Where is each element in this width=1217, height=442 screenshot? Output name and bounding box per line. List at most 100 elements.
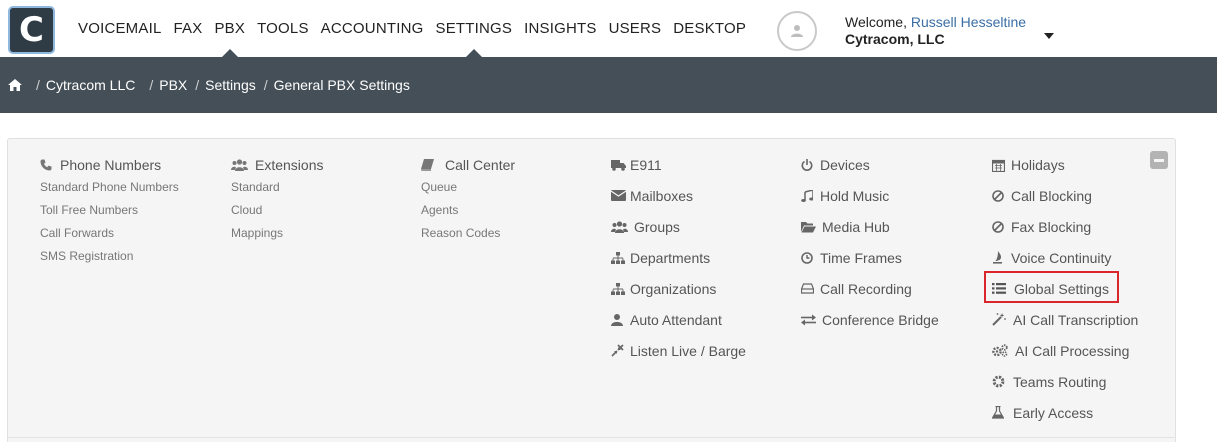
sitemap-icon [611,251,627,264]
folder-open-icon [801,221,819,233]
hold-music-link[interactable]: Hold Music [801,180,939,211]
users-icon [231,159,251,171]
voice-continuity-label: Voice Continuity [1011,249,1112,266]
queue-link[interactable]: Queue [421,176,515,199]
ai-call-processing-label: AI Call Processing [1015,342,1130,359]
extensions-section: Extensions Standard Cloud Mappings [231,156,323,245]
ban-icon [992,220,1008,233]
truck-icon [611,159,627,171]
welcome-prefix: Welcome, [845,14,907,30]
media-hub-link[interactable]: Media Hub [801,211,939,242]
ai-call-processing-link[interactable]: AI Call Processing [992,335,1138,366]
reason-codes-link[interactable]: Reason Codes [421,222,515,245]
cogs-icon [992,344,1012,357]
time-frames-link[interactable]: Time Frames [801,242,939,273]
ai-call-transcription-label: AI Call Transcription [1013,311,1139,328]
panel-divider [7,437,1176,438]
groups-link[interactable]: Groups [611,211,746,242]
early-access-link[interactable]: Early Access [992,397,1138,428]
extensions-cloud-link[interactable]: Cloud [231,199,323,222]
clock-icon [801,251,817,264]
user-avatar-icon [791,25,803,37]
breadcrumb-separator: / [36,77,40,93]
standard-phone-numbers-link[interactable]: Standard Phone Numbers [40,176,179,199]
devices-label: Devices [820,157,870,173]
nav-insights[interactable]: INSIGHTS [518,0,602,57]
breadcrumb-separator: / [263,77,268,93]
voice-continuity-link[interactable]: Voice Continuity [992,242,1138,273]
hdd-icon [801,283,817,294]
early-access-label: Early Access [1013,404,1094,421]
users-icon [611,220,631,233]
sitemap-icon [611,282,627,295]
user-name[interactable]: Russell Hesseltine [911,14,1026,30]
nav-voicemail[interactable]: VOICEMAIL [72,0,168,57]
magic-icon [992,313,1010,326]
extensions-standard-link[interactable]: Standard [231,176,323,199]
nav-settings[interactable]: SETTINGS [430,0,519,57]
envelope-icon [611,190,627,201]
avatar[interactable] [777,11,817,51]
departments-link[interactable]: Departments [611,242,746,273]
welcome-block[interactable]: Welcome, Russell Hesseltine Cytracom, LL… [845,14,1026,48]
media-hub-label: Media Hub [822,218,890,235]
call-center-title: Call Center [445,157,516,173]
call-forwards-link[interactable]: Call Forwards [40,222,179,245]
nav-fax[interactable]: FAX [168,0,209,57]
e911-link[interactable]: E911 [611,156,746,174]
listen-live-barge-link[interactable]: Listen Live / Barge [611,335,746,366]
logo[interactable]: C [8,6,55,54]
organizations-label: Organizations [630,280,717,297]
compress-icon [611,344,627,357]
nav-accounting[interactable]: ACCOUNTING [315,0,430,57]
breadcrumb: / Cytracom LLC / PBX / Settings / Genera… [0,57,1217,113]
mailboxes-link[interactable]: Mailboxes [611,180,746,211]
nav-users[interactable]: USERS [603,0,668,57]
sms-registration-link[interactable]: SMS Registration [40,245,179,268]
conference-bridge-link[interactable]: Conference Bridge [801,304,939,335]
breadcrumb-pbx[interactable]: PBX [159,77,187,93]
nav-tools[interactable]: TOOLS [251,0,315,57]
organizations-link[interactable]: Organizations [611,273,746,304]
phone-icon [40,159,56,171]
power-icon [801,159,817,171]
user-menu-caret-icon[interactable] [1044,33,1054,39]
teams-routing-link[interactable]: Teams Routing [992,366,1138,397]
phone-numbers-section: Phone Numbers Standard Phone Numbers Tol… [40,156,179,268]
time-frames-label: Time Frames [820,249,902,266]
home-icon[interactable] [8,79,22,91]
ai-call-transcription-link[interactable]: AI Call Transcription [992,304,1138,335]
collapse-button[interactable] [1150,151,1168,169]
auto-attendant-link[interactable]: Auto Attendant [611,304,746,335]
breadcrumb-separator: / [149,77,154,93]
teams-routing-label: Teams Routing [1013,373,1107,390]
holidays-link[interactable]: Holidays [992,156,1138,174]
section-heading[interactable]: Call Center [421,156,515,174]
logo-letter: C [19,10,44,50]
conference-bridge-label: Conference Bridge [822,311,939,328]
flask-icon [992,406,1010,419]
e911-label: E911 [630,157,662,173]
call-blocking-link[interactable]: Call Blocking [992,180,1138,211]
book-icon [421,159,441,171]
section-heading[interactable]: Extensions [231,156,323,174]
company-name: Cytracom, LLC [845,31,945,47]
auto-attendant-label: Auto Attendant [630,311,722,328]
music-icon [801,189,817,202]
calendar-icon [992,159,1008,172]
devices-link[interactable]: Devices [801,156,939,174]
fax-blocking-link[interactable]: Fax Blocking [992,211,1138,242]
agents-link[interactable]: Agents [421,199,515,222]
section-heading[interactable]: Phone Numbers [40,156,179,174]
call-recording-label: Call Recording [820,280,912,297]
call-recording-link[interactable]: Call Recording [801,273,939,304]
nav-pbx[interactable]: PBX [208,0,251,57]
nav-desktop[interactable]: DESKTOP [667,0,752,57]
extensions-mappings-link[interactable]: Mappings [231,222,323,245]
main-nav: VOICEMAIL FAX PBX TOOLS ACCOUNTING SETTI… [72,0,752,57]
cog-icon [992,375,1010,388]
breadcrumb-cytracom[interactable]: Cytracom LLC [46,77,135,93]
toll-free-numbers-link[interactable]: Toll Free Numbers [40,199,179,222]
breadcrumb-settings[interactable]: Settings [205,77,256,93]
top-bar: C VOICEMAIL FAX PBX TOOLS ACCOUNTING SET… [0,0,1217,57]
